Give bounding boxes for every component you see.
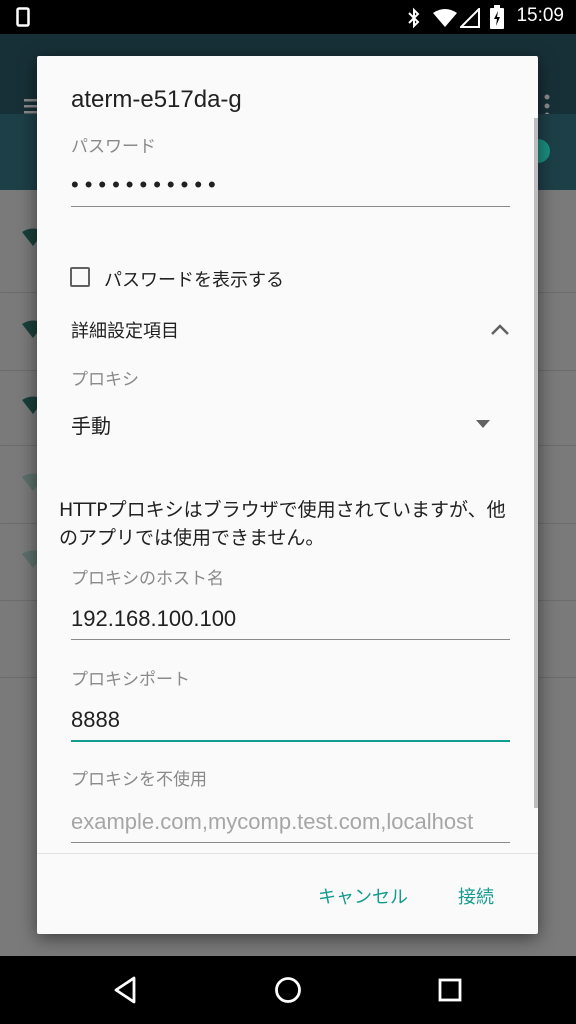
password-label: パスワード [71,137,156,157]
status-bar: 15:09 [0,0,576,34]
wifi-icon [433,9,457,27]
connect-button[interactable]: 接続 [458,883,494,909]
proxy-host-underline [71,639,510,640]
home-icon[interactable] [270,972,306,1008]
password-input[interactable]: ••••••••••• [71,172,222,198]
show-password-label[interactable]: パスワードを表示する [104,266,284,292]
clock: 15:09 [516,5,564,26]
proxy-label: プロキシ [71,370,139,390]
recents-icon[interactable] [432,972,468,1008]
bluetooth-icon [408,7,420,29]
dialog-title: aterm-e517da-g [71,86,242,113]
show-password-checkbox[interactable] [70,267,90,287]
proxy-bypass-underline [71,842,510,843]
dialog-footer-divider [37,853,538,854]
proxy-bypass-label: プロキシを不使用 [71,770,207,790]
navigation-bar [0,956,576,1024]
dialog-scrollbar[interactable] [534,118,538,808]
proxy-host-input[interactable]: 192.168.100.100 [71,606,236,632]
phone-icon [16,7,30,27]
signal-icon [460,8,480,28]
wifi-connect-dialog: aterm-e517da-g パスワード ••••••••••• パスワードを表… [37,56,538,934]
proxy-select[interactable]: 手動 [71,410,111,439]
proxy-port-underline [71,740,510,742]
chevron-up-icon[interactable] [490,322,510,336]
proxy-port-input[interactable]: 8888 [71,707,120,733]
cancel-button[interactable]: キャンセル [318,883,408,909]
proxy-bypass-input[interactable]: example.com,mycomp.test.com,localhost [71,809,510,835]
password-underline [71,206,510,207]
proxy-port-label: プロキシポート [71,670,190,690]
advanced-options-label[interactable]: 詳細設定項目 [71,317,179,343]
dropdown-arrow-icon[interactable] [475,419,491,429]
proxy-host-label: プロキシのホスト名 [71,569,224,589]
back-icon[interactable] [108,972,144,1008]
battery-icon [490,5,504,29]
http-proxy-notice: HTTPプロキシはブラウザで使用されていますが、他のアプリでは使用できません。 [59,499,506,549]
